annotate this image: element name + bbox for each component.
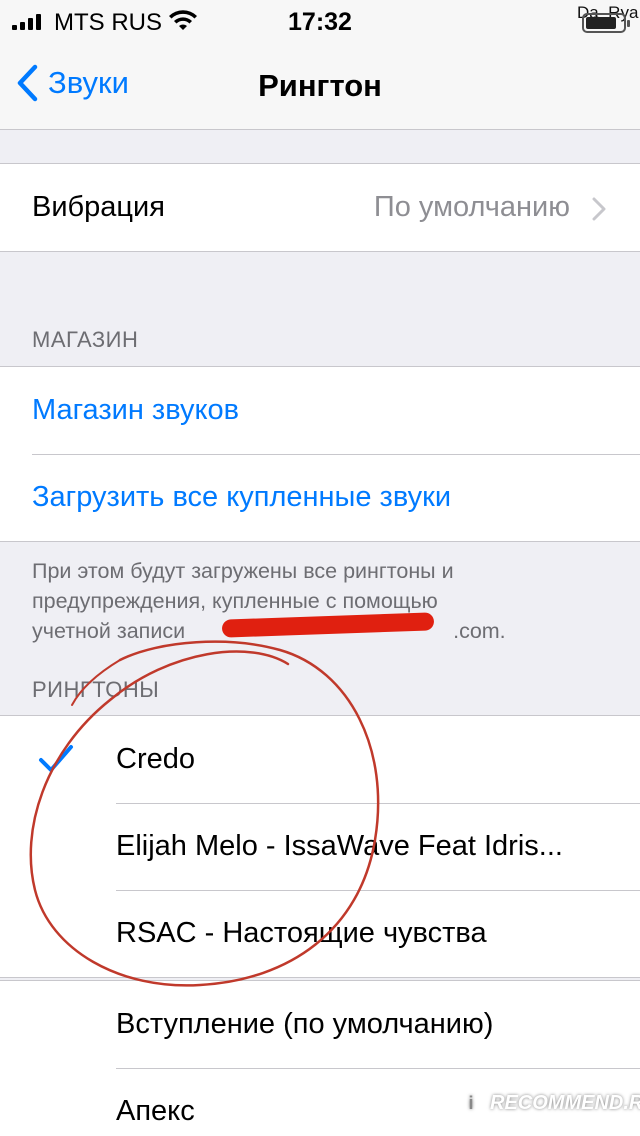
- footer-line-2: предупреждения, купленные с помощью: [32, 589, 438, 613]
- status-bar: MTS RUS 17:32 Da_Rya: [0, 0, 640, 44]
- vibration-row[interactable]: Вибрация По умолчанию: [0, 164, 640, 251]
- footer-line-3-suffix: .com.: [453, 619, 506, 643]
- tone-store-link[interactable]: Магазин звуков: [0, 367, 640, 454]
- chevron-right-icon: [592, 197, 606, 221]
- ringtone-item[interactable]: Credo: [0, 716, 640, 803]
- ringtone-label: Апекс: [116, 1095, 195, 1127]
- ringtone-label: Credo: [116, 743, 195, 775]
- vibration-value: По умолчанию: [373, 191, 570, 223]
- ringtones-group: Credo Elijah Melo - IssaWave Feat Idris.…: [0, 715, 640, 978]
- footer-line-3-prefix: учетной записи: [32, 619, 186, 643]
- download-purchased-link[interactable]: Загрузить все купленные звуки: [0, 454, 640, 541]
- download-purchased-label: Загрузить все купленные звуки: [32, 481, 452, 513]
- vibration-group: Вибрация По умолчанию: [0, 163, 640, 252]
- page-title: Рингтон: [258, 68, 382, 103]
- navigation-bar: Звуки Рингтон: [0, 44, 640, 130]
- checkmark-icon: [39, 745, 73, 772]
- ringtone-label: RSAC - Настоящие чувства: [116, 917, 487, 949]
- recommend-watermark: i RECOMMEND.RU: [458, 1090, 640, 1116]
- ringtones-section-header: РИНГТОНЫ: [32, 677, 160, 702]
- footer-line-1: При этом будут загружены все рингтоны и: [32, 559, 454, 583]
- ringtone-item[interactable]: Вступление (по умолчанию): [0, 981, 640, 1068]
- status-time: 17:32: [288, 8, 352, 36]
- store-group: Магазин звуков Загрузить все купленные з…: [0, 366, 640, 542]
- battery-icon: [582, 13, 630, 33]
- ringtone-label: Elijah Melo - IssaWave Feat Idris...: [116, 830, 563, 862]
- ringtone-label: Вступление (по умолчанию): [116, 1008, 494, 1040]
- recommend-watermark-text: RECOMMEND.RU: [490, 1091, 640, 1114]
- recommend-logo-icon: i: [458, 1090, 484, 1116]
- ringtone-item[interactable]: Elijah Melo - IssaWave Feat Idris...: [0, 803, 640, 890]
- ringtone-item[interactable]: RSAC - Настоящие чувства: [0, 890, 640, 977]
- vibration-label: Вибрация: [32, 191, 165, 223]
- tone-store-label: Магазин звуков: [32, 394, 240, 426]
- store-section-header: МАГАЗИН: [32, 327, 139, 352]
